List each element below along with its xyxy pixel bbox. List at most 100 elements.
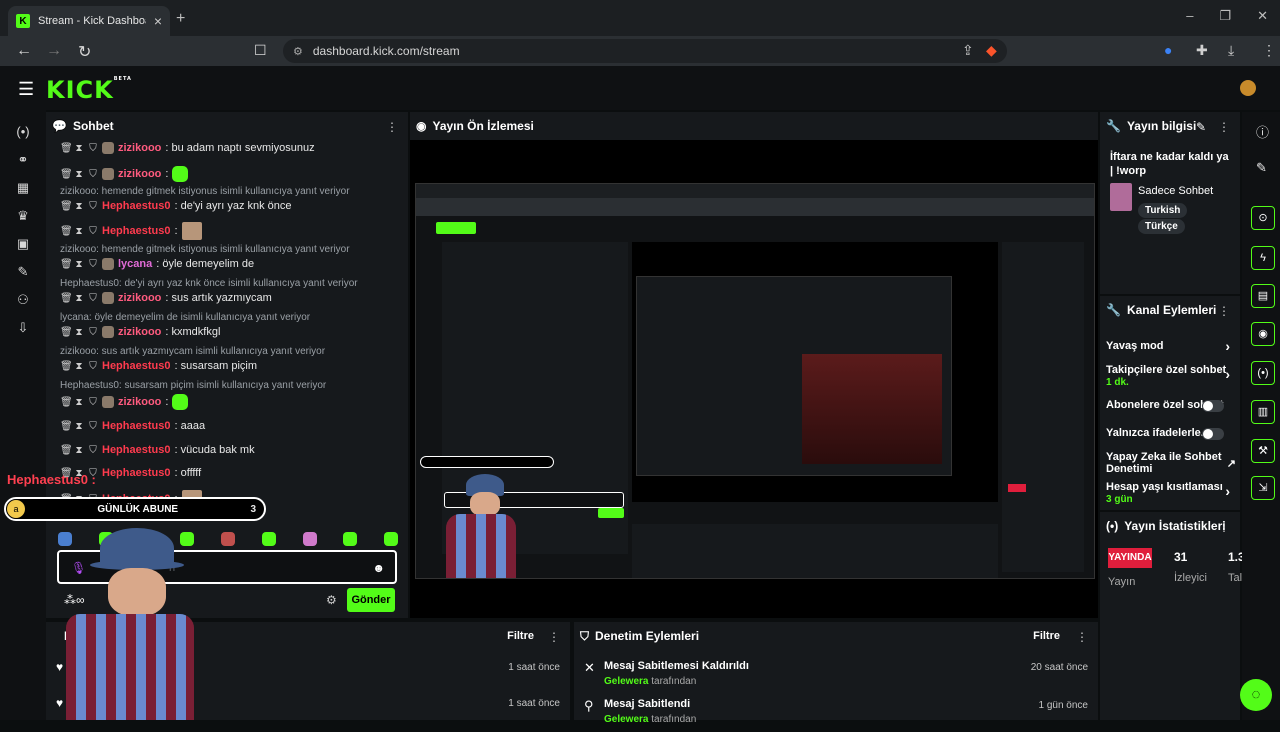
subscribers-only-toggle[interactable] [1202,400,1224,412]
account-age-row[interactable]: Hesap yaşı kısıtlaması 3 gün › [1106,481,1240,505]
info-icon[interactable]: ⓘ [1256,122,1269,141]
minimize-icon[interactable]: – [1186,8,1193,24]
reload-icon[interactable]: ↻ [78,42,91,62]
chat-settings-icon[interactable]: ⚙ [326,593,337,607]
channel-actions-panel: 🔧 Kanal Eylemleri ⋮ Yavaş mod › Takipçile… [1100,296,1240,510]
external-link-icon: ↗ [1226,458,1236,470]
close-window-icon[interactable]: ✕ [1257,8,1268,24]
hamburger-menu-icon[interactable]: ☰ [18,79,34,100]
emote-icon[interactable] [302,532,317,546]
chat-bubble-icon[interactable]: ◉ [1251,322,1275,346]
channel-actions-title: Kanal Eylemleri [1126,303,1217,317]
emote-icon[interactable] [384,532,398,546]
forward-icon[interactable]: → [46,42,62,60]
browser-tab[interactable]: K Stream - Kick Dashboard × [8,6,170,36]
chat-message[interactable]: 🗑 ⧗ ⛉ zizikooo: sus artık yazmıycam [60,292,272,304]
chat-message[interactable]: 🗑 ⧗ ⛉ Hephaestus0: vücuda bak mk [60,444,255,456]
community-icon[interactable]: ⚇ [14,292,32,310]
new-tab-button[interactable]: + [176,10,185,28]
wrench-icon[interactable]: ✎ [14,264,32,282]
goal-label: GÜNLÜK ABUNE [97,503,179,515]
events-options-icon[interactable]: ⋮ [548,630,560,644]
chat-options-icon[interactable]: ⋮ [386,120,398,134]
site-settings-icon[interactable]: ⚙ [293,45,303,58]
category-thumbnail [1110,183,1132,211]
overlay-character-shirt [446,514,516,578]
chat-message[interactable]: 🗑 ⧗ ⛉ zizikooo: kxmdkfkgl [60,326,220,338]
close-tab-icon[interactable]: × [154,13,162,29]
stream-stats-options-icon[interactable]: ⋮ [1218,520,1230,534]
moderation-options-icon[interactable]: ⋮ [1076,630,1088,644]
emote-icon [172,166,189,182]
link-icon[interactable]: ⚭ [14,152,32,170]
chat-message[interactable]: 🗑 ⧗ ⛉ zizikooo: bu adam naptı sevmiyosunuz [60,142,315,154]
extensions-puzzle-icon[interactable]: ✚ [1196,42,1208,59]
restore-icon[interactable]: ❐ [1219,8,1231,24]
emoji-picker-icon[interactable]: ☻ [372,561,385,575]
channel-actions-options-icon[interactable]: ⋮ [1218,304,1230,318]
chat-message[interactable]: 🗑 ⧗ ⛉ zizikooo: [60,166,189,182]
emote-icon[interactable] [343,532,358,546]
infinity-icon[interactable]: ⁂∞ [64,593,85,607]
send-button[interactable]: Gönder [347,588,395,612]
user-avatar[interactable] [1240,80,1256,96]
document-icon[interactable]: ▤ [1251,284,1275,308]
analytics-icon[interactable]: ▦ [14,180,32,198]
mod-action-title: Mesaj Sabitlendi [604,698,691,710]
reply-context: lycana: öyle demeyelim de isimli kullanı… [60,312,311,323]
chat-message[interactable]: 🗑 ⧗ ⛉ zizikooo: [60,394,189,410]
help-button[interactable]: ◌ [1240,679,1272,711]
followers-only-row[interactable]: Takipçilere özel sohbet 1 dk. › [1106,364,1240,388]
subscribers-only-row[interactable]: Abonelere özel sohbet [1106,399,1240,412]
chat-title: Sohbet [72,119,114,133]
menu-icon[interactable]: ⋮ [1262,42,1276,59]
mod-action-title: Mesaj Sabitlemesi Kaldırıldı [604,660,749,672]
slow-mode-row[interactable]: Yavaş mod › [1106,338,1240,354]
events-filter-button[interactable]: Filtre [507,630,534,642]
stream-info-panel: 🔧 Yayın bilgisi ✎ ⋮ İftara ne kadar kald… [1100,112,1240,294]
lightning-icon[interactable]: ϟ [1251,246,1275,270]
emote-icon[interactable] [58,532,72,546]
broadcast-icon[interactable]: (•) [1251,361,1275,385]
expand-icon[interactable]: ⇲ [1251,476,1275,500]
chat-message[interactable]: 🗑 ⧗ ⛉ Hephaestus0: susarsam piçim [60,360,257,372]
chat-message[interactable]: 🗑 ⧗ ⛉ Hephaestus0: de'yi ayrı yaz knk önce [60,200,292,212]
chat-message[interactable]: 🗑 ⧗ ⛉ Hephaestus0: aaaa [60,420,205,432]
address-bar[interactable]: ⚙ dashboard.kick.com/stream [283,39,1007,63]
emote-only-row[interactable]: Yalnızca ifadelerle... [1106,427,1240,440]
layout-icon[interactable]: ▥ [1251,400,1275,424]
emote-icon[interactable] [180,532,195,546]
reply-context: zizikooo: sus artık yazmıycam isimli kul… [60,346,326,357]
stream-info-options-icon[interactable]: ⋮ [1218,120,1230,134]
extension-icon[interactable]: ● [1164,42,1172,58]
chat-message[interactable]: 🗑 ⧗ ⛉ lycana: öyle demeyelim de [60,258,254,270]
back-icon[interactable]: ← [16,42,32,60]
trophy-icon[interactable]: ♛ [14,208,32,226]
edit-icon[interactable]: ✎ [1256,160,1267,176]
kick-header: ☰ KICKBETA [0,66,1280,110]
edit-icon[interactable]: ✎ [1196,120,1206,134]
emote-icon[interactable] [261,532,276,546]
mod-action-time: 1 gün önce [1038,700,1089,711]
brave-shield-icon[interactable]: ◆ [986,42,997,59]
chevron-right-icon: › [1225,366,1230,382]
mic-icon[interactable]: 🎙 [71,561,86,575]
event-time: 1 saat önce [508,698,560,709]
crosshair-icon[interactable]: ⊙ [1251,206,1275,230]
kick-logo[interactable]: KICKBETA [46,76,132,104]
emote-icon[interactable] [221,532,235,546]
moderation-filter-button[interactable]: Filtre [1033,630,1060,642]
ai-moderation-row[interactable]: Yapay Zeka ile Sohbet Denetimi ↗ [1106,451,1236,475]
emote-only-toggle[interactable] [1202,428,1224,440]
download-panel-icon[interactable]: ⇩ [14,320,32,338]
unpin-icon: ✕ [584,660,595,675]
live-icon[interactable]: (•) [14,124,32,142]
share-icon[interactable]: ⇪ [962,42,974,59]
chat-message[interactable]: 🗑⧗⛉Hephaestus0: [60,222,202,240]
window-controls: – ❐ ✕ [1186,8,1268,24]
download-icon[interactable]: ⤓ [1228,42,1234,59]
wrench-tool-icon[interactable]: ⚒ [1251,439,1275,463]
monetization-icon[interactable]: ▣ [14,236,32,254]
bookmark-icon[interactable]: ☐ [254,42,267,59]
third-stat-label: Tal [1228,572,1243,584]
